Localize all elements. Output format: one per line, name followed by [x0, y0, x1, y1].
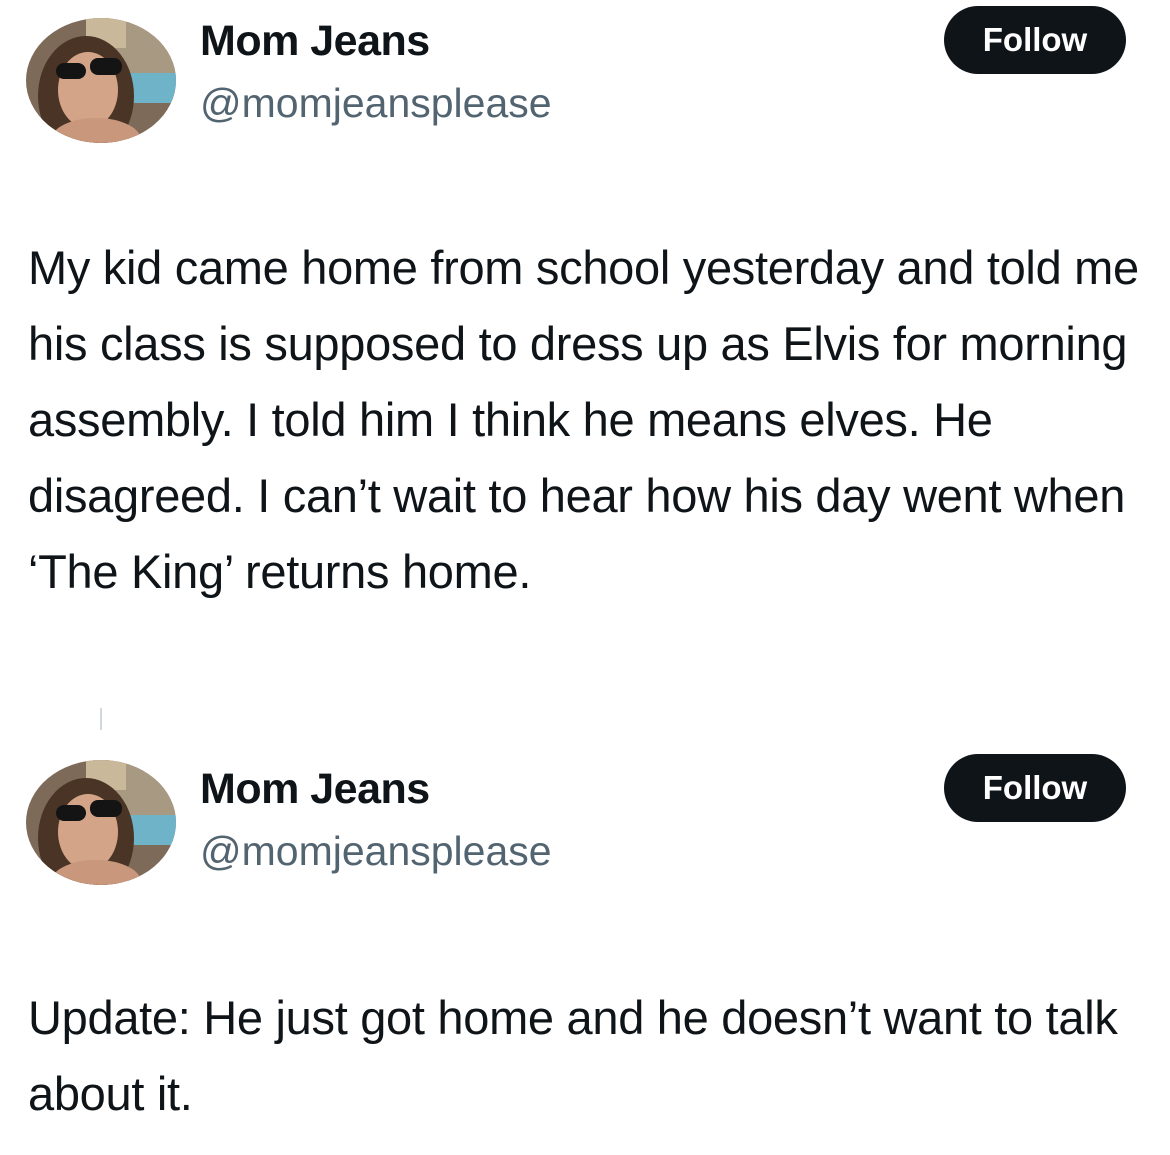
tweet: Mom Jeans @momjeansplease Follow My kid … — [0, 0, 1170, 700]
author-name[interactable]: Mom Jeans — [200, 765, 430, 814]
avatar[interactable] — [26, 18, 176, 143]
author-name[interactable]: Mom Jeans — [200, 17, 430, 66]
tweet-text: Update: He just got home and he doesn’t … — [28, 991, 1118, 1120]
author-handle[interactable]: @momjeansplease — [200, 80, 552, 127]
follow-button[interactable]: Follow — [944, 6, 1126, 74]
tweet: Mom Jeans @momjeansplease Follow Update:… — [0, 740, 1170, 1155]
follow-button[interactable]: Follow — [944, 754, 1126, 822]
avatar[interactable] — [26, 760, 176, 885]
tweet-text: My kid came home from school yesterday a… — [28, 241, 1139, 598]
author-handle[interactable]: @momjeansplease — [200, 828, 552, 875]
thread-connector — [100, 708, 102, 730]
